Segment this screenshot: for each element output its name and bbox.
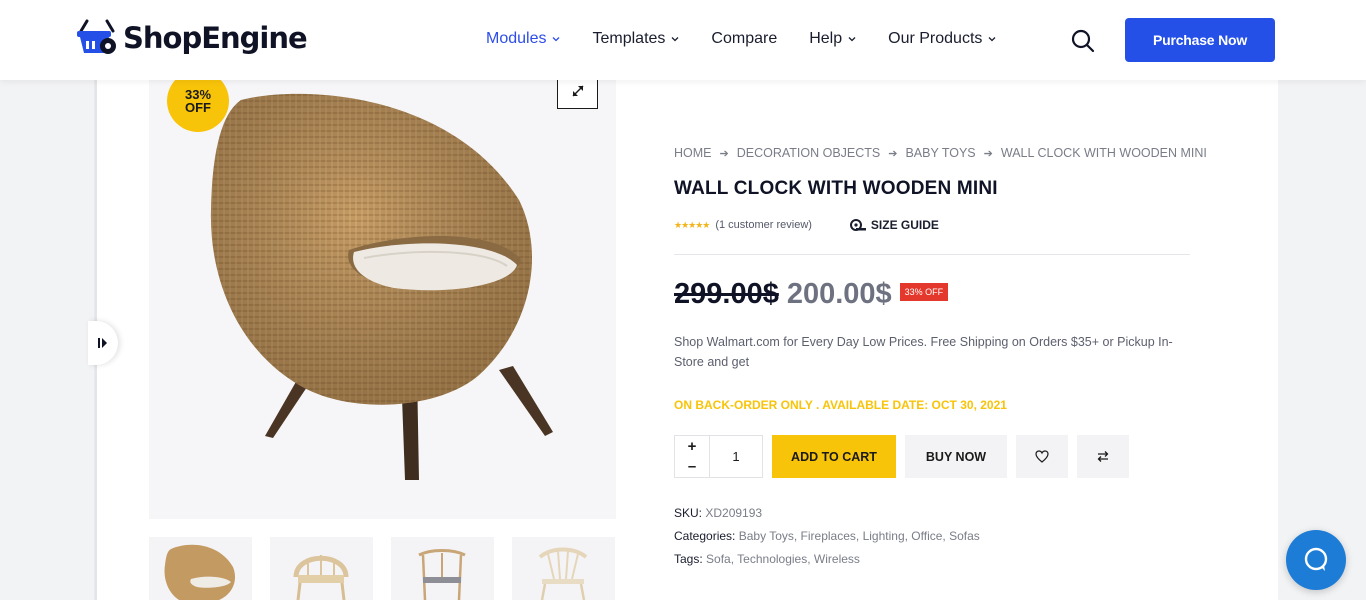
- chevron-down-icon: [848, 37, 856, 42]
- thumbnail-strip: [149, 537, 633, 600]
- rattan-chair-image: [210, 93, 553, 480]
- category-link[interactable]: Lighting: [863, 529, 905, 543]
- expand-icon: [572, 85, 583, 96]
- breadcrumb-current: WALL CLOCK WITH WOODEN MINI: [1000, 146, 1207, 160]
- nav-label: Help: [809, 30, 843, 47]
- sku-label: SKU:: [674, 506, 703, 520]
- rattan-chair-thumbnail: [164, 544, 236, 600]
- logo-text: ShopEngine: [123, 21, 308, 55]
- divider: [674, 254, 1190, 255]
- product-main-image[interactable]: [149, 80, 616, 519]
- breadcrumb: HOME ➔ DECORATION OBJECTS ➔ BABY TOYS ➔ …: [674, 146, 1207, 160]
- wishbone-chair-thumbnail: [418, 549, 466, 600]
- tag-link[interactable]: Wireless: [814, 552, 860, 566]
- category-link[interactable]: Baby Toys: [739, 529, 794, 543]
- nav-label: Modules: [486, 30, 547, 47]
- arrow-right-icon: ➔: [983, 147, 993, 160]
- quantity-decrease-button[interactable]: –: [675, 457, 709, 478]
- shopengine-logo[interactable]: ShopEngine: [75, 19, 308, 57]
- add-to-cart-button[interactable]: ADD TO CART: [772, 435, 896, 478]
- purchase-now-button[interactable]: Purchase Now: [1125, 18, 1275, 62]
- site-header: ShopEngine Modules Templates Compare Hel…: [0, 0, 1366, 80]
- quantity-input[interactable]: 1: [710, 436, 762, 477]
- nav-item-help[interactable]: Help: [809, 30, 856, 48]
- rating-row: ★★★★★ (1 customer review) SIZE GUIDE: [674, 218, 939, 232]
- heart-icon: [1035, 450, 1049, 463]
- size-guide-button[interactable]: SIZE GUIDE: [849, 218, 939, 232]
- product-title: WALL CLOCK WITH WOODEN MINI: [674, 178, 998, 199]
- availability-status: ON BACK-ORDER ONLY . AVAILABLE DATE: OCT…: [674, 398, 1007, 412]
- category-link[interactable]: Office: [911, 529, 942, 543]
- categories-row: Categories: Baby Toys, Fireplaces, Light…: [674, 529, 980, 543]
- nav-label: Our Products: [888, 30, 983, 47]
- review-count-link[interactable]: (1 customer review): [715, 219, 812, 231]
- product-description: Shop Walmart.com for Every Day Low Price…: [674, 335, 1173, 369]
- tape-measure-icon: [849, 219, 866, 231]
- category-link[interactable]: Sofas: [949, 529, 980, 543]
- wishlist-button[interactable]: [1016, 435, 1068, 478]
- size-guide-label: SIZE GUIDE: [870, 218, 939, 232]
- sku-row: SKU: XD209193: [674, 506, 762, 520]
- thumbnail-rattan-chair[interactable]: [149, 537, 252, 600]
- nav-item-templates[interactable]: Templates: [592, 30, 679, 48]
- quantity-buttons: + –: [675, 436, 710, 477]
- star-rating-icon: ★★★★★: [674, 219, 710, 230]
- nav-item-compare[interactable]: Compare: [711, 30, 777, 48]
- buy-now-button[interactable]: BUY NOW: [905, 435, 1007, 478]
- quantity-increase-button[interactable]: +: [675, 436, 709, 457]
- tags-label: Tags:: [674, 552, 703, 566]
- arrow-right-icon: ➔: [888, 147, 898, 160]
- cart-actions: + – 1 ADD TO CART BUY NOW: [674, 435, 1129, 478]
- breadcrumb-baby-toys[interactable]: BABY TOYS: [905, 146, 975, 160]
- chevron-down-icon: [671, 37, 679, 42]
- compare-arrows-icon: [1097, 451, 1109, 462]
- arrow-right-icon: ➔: [719, 147, 729, 160]
- quantity-stepper: + – 1: [674, 435, 763, 478]
- nav-label: Templates: [592, 30, 666, 47]
- tag-link[interactable]: Technologies: [737, 552, 807, 566]
- compare-button[interactable]: [1077, 435, 1129, 478]
- caret-right-icon: [98, 338, 107, 348]
- sku-value: XD209193: [705, 506, 763, 520]
- chevron-down-icon: [988, 37, 996, 42]
- thumbnail-spindle-chair[interactable]: [512, 537, 615, 600]
- thumbnail-wishbone-chair[interactable]: [391, 537, 494, 600]
- nav-item-modules[interactable]: Modules: [486, 30, 560, 48]
- nav-item-our-products[interactable]: Our Products: [888, 30, 996, 48]
- chat-bubble-icon: [1304, 547, 1328, 571]
- category-link[interactable]: Fireplaces: [801, 529, 856, 543]
- spindle-chair-thumbnail: [538, 547, 588, 600]
- discount-tag: 33% OFF: [899, 282, 949, 301]
- thumbnail-wood-chair[interactable]: [270, 537, 373, 600]
- chevron-down-icon: [553, 37, 560, 42]
- breadcrumb-home[interactable]: HOME: [674, 146, 712, 160]
- sale-badge-off: OFF: [185, 100, 211, 115]
- old-price: 299.00$: [674, 278, 779, 310]
- breadcrumb-decoration-objects[interactable]: DECORATION OBJECTS: [737, 146, 881, 160]
- live-chat-button[interactable]: [1286, 530, 1346, 590]
- tags-row: Tags: Sofa, Technologies, Wireless: [674, 552, 860, 566]
- basket-gear-icon: [77, 19, 116, 54]
- search-icon[interactable]: [1070, 28, 1096, 54]
- tag-link[interactable]: Sofa: [706, 552, 731, 566]
- price-row: 299.00$ 200.00$ 33% OFF: [674, 278, 949, 311]
- nav-label: Compare: [711, 30, 778, 47]
- main-nav: Modules Templates Compare Help Our Produ…: [486, 30, 1028, 48]
- sale-price: 200.00$: [786, 278, 892, 310]
- frame-right-edge: [1278, 80, 1288, 600]
- wood-chair-thumbnail: [293, 555, 349, 600]
- categories-label: Categories:: [674, 529, 736, 543]
